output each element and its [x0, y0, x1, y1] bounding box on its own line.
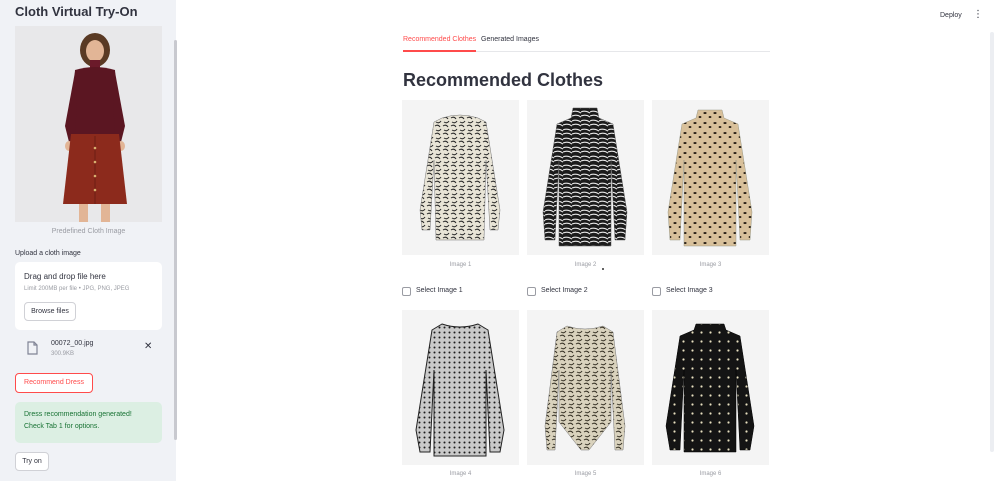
image-caption-6: Image 6	[699, 471, 722, 477]
file-size: 300.9KB	[51, 351, 75, 357]
sidebar: Cloth Virtual Try-On Predefined Cloth Im…	[0, 0, 176, 481]
image-caption-3: Image 3	[699, 262, 722, 268]
checkbox[interactable]	[527, 287, 536, 296]
uploaded-file: 00072_00.jpg 300.9KB ✕	[15, 338, 162, 364]
main-scrollbar[interactable]	[990, 32, 994, 452]
image-caption-1: Image 1	[449, 262, 472, 268]
upload-label: Upload a cloth image	[15, 250, 81, 257]
tab-bar: Recommended Clothes Generated Images	[403, 36, 770, 52]
file-icon	[27, 341, 38, 355]
deploy-button[interactable]: Deploy	[940, 12, 962, 19]
clothing-image-2	[527, 100, 644, 255]
clothing-image-5	[527, 310, 644, 465]
app-title: Cloth Virtual Try-On	[15, 4, 138, 19]
clothing-image-4	[402, 310, 519, 465]
image-caption-4: Image 4	[449, 471, 472, 477]
sidebar-scrollbar[interactable]	[174, 40, 177, 440]
predefined-cloth-image	[15, 26, 162, 222]
dropzone-title: Drag and drop file here	[24, 272, 106, 281]
success-line-1: Dress recommendation generated!	[24, 411, 132, 418]
checkbox[interactable]	[402, 287, 411, 296]
tab-recommended-clothes[interactable]: Recommended Clothes	[403, 36, 477, 52]
clothing-image-3	[652, 100, 769, 255]
checkbox-label: Select Image 2	[541, 287, 588, 294]
recommend-dress-button[interactable]: Recommend Dress	[15, 373, 93, 393]
image-caption: Predefined Cloth Image	[51, 228, 126, 235]
file-name: 00072_00.jpg	[51, 340, 94, 347]
try-on-button[interactable]: Try on	[15, 452, 49, 471]
image-caption-5: Image 5	[574, 471, 597, 477]
cursor-dot	[602, 268, 604, 270]
clothing-image-6	[652, 310, 769, 465]
success-line-2: Check Tab 1 for options.	[24, 423, 100, 430]
close-icon[interactable]: ✕	[144, 341, 152, 352]
checkbox-label: Select Image 3	[666, 287, 713, 294]
dropzone-limit: Limit 200MB per file • JPG, PNG, JPEG	[24, 286, 130, 292]
file-dropzone[interactable]: Drag and drop file here Limit 200MB per …	[15, 262, 162, 330]
success-alert: Dress recommendation generated! Check Ta…	[15, 402, 162, 443]
browse-files-button[interactable]: Browse files	[24, 302, 76, 321]
clothing-image-1	[402, 100, 519, 255]
tab-generated-images[interactable]: Generated Images	[481, 36, 539, 43]
checkbox-label: Select Image 1	[416, 287, 463, 294]
checkbox[interactable]	[652, 287, 661, 296]
image-caption-2: Image 2	[574, 262, 597, 268]
section-title: Recommended Clothes	[403, 70, 604, 90]
main-menu-icon[interactable]: ⋮	[973, 9, 983, 20]
